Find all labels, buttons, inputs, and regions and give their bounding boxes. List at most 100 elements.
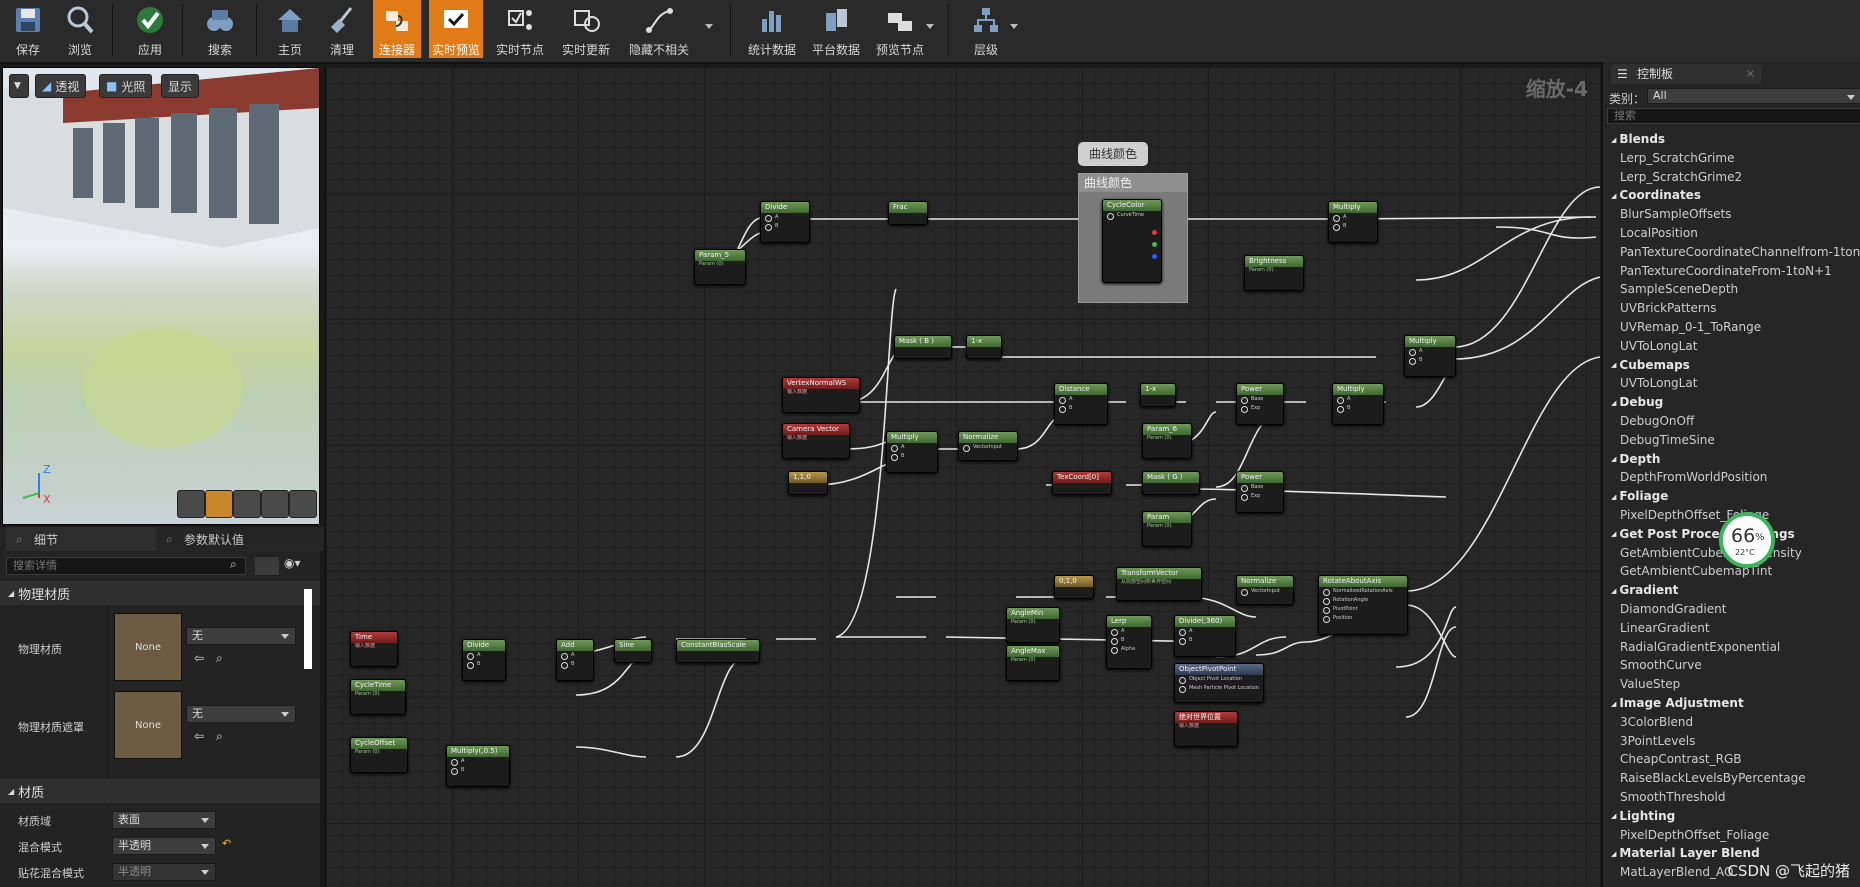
- cylinder-preview-icon[interactable]: [177, 490, 205, 518]
- node-rotate-about-axis[interactable]: RotateAboutAxis NormalizedRotationAxis R…: [1318, 575, 1408, 635]
- pin-alpha[interactable]: Alpha: [1107, 645, 1151, 654]
- node-absolute-world-position[interactable]: 绝对世界位置 输入数据: [1174, 711, 1238, 747]
- pin-a[interactable]: A: [463, 651, 505, 660]
- comment-bubble[interactable]: 曲线颜色: [1078, 142, 1148, 166]
- node-lerp[interactable]: Lerp A B Alpha: [1106, 615, 1152, 669]
- node-cyclecolor[interactable]: CycleColor CurveTime: [1102, 199, 1162, 283]
- sphere-preview-icon[interactable]: [205, 490, 233, 518]
- node-distance[interactable]: Distance A B: [1054, 383, 1108, 425]
- node-one-minus[interactable]: 1-x: [966, 335, 1002, 359]
- lit-button[interactable]: ■ 光照: [99, 74, 153, 98]
- node-param[interactable]: Param Param (0): [1142, 511, 1192, 547]
- node-const-010[interactable]: 0,1,0: [1054, 575, 1094, 599]
- output-green-pin[interactable]: [1152, 242, 1157, 247]
- palette-item[interactable]: PixelDepthOffset_Foliage: [1620, 828, 1769, 842]
- node-vertexnormalws[interactable]: VertexNormalWS 输入数据: [782, 377, 860, 413]
- blend-mode-combo[interactable]: 半透明: [112, 837, 216, 855]
- pin-a[interactable]: A: [1333, 395, 1383, 404]
- node-normalize-2[interactable]: Normalize VectorInput: [1236, 575, 1294, 605]
- node-one-minus-2[interactable]: 1-x: [1140, 383, 1176, 407]
- node-divide[interactable]: Divide A B: [760, 201, 810, 243]
- physmat-mask-combo[interactable]: 无: [186, 705, 296, 723]
- use-selected-arrow-icon[interactable]: ⇦: [194, 729, 204, 743]
- pin-b[interactable]: B: [1107, 636, 1151, 645]
- palette-item[interactable]: BlurSampleOffsets: [1620, 207, 1731, 221]
- palette-category[interactable]: Gradient: [1611, 583, 1678, 597]
- node-multiply-top[interactable]: Multiply A B: [1328, 201, 1378, 243]
- palette-item[interactable]: PanTextureCoordinateFrom-1toN+1: [1620, 264, 1832, 278]
- node-multiply-r2[interactable]: Multiply A B: [1332, 383, 1384, 425]
- hide-unrelated-dropdown-icon[interactable]: [705, 24, 713, 29]
- node-mask-b[interactable]: Mask ( B ): [894, 335, 952, 359]
- node-anglemin[interactable]: AngleMin Param (0): [1006, 607, 1060, 643]
- node-param5[interactable]: Param_5 Param (0): [694, 249, 746, 285]
- close-icon[interactable]: ×: [1746, 64, 1755, 84]
- palette-category[interactable]: Lighting: [1611, 809, 1675, 823]
- scrollbar-thumb[interactable]: [304, 589, 312, 669]
- stats-button[interactable]: 统计数据: [742, 0, 802, 58]
- palette-item[interactable]: PanTextureCoordinateChannelfrom-1ton+1: [1620, 245, 1860, 259]
- node-mask-g[interactable]: Mask ( G ): [1142, 471, 1200, 495]
- palette-tab[interactable]: ☰ 控制板 ×: [1611, 64, 1761, 84]
- section-material[interactable]: ◢ 材质: [0, 779, 320, 803]
- connectors-button[interactable]: 连接器: [373, 0, 421, 58]
- pin-curvetime[interactable]: CurveTime: [1103, 211, 1161, 220]
- plane-preview-icon[interactable]: [233, 490, 261, 518]
- palette-item[interactable]: GetAmbientCubemapIntensity: [1620, 546, 1802, 560]
- physmat-combo[interactable]: 无: [186, 627, 296, 645]
- palette-item[interactable]: RaiseBlackLevelsByPercentage: [1620, 771, 1806, 785]
- live-nodes-button[interactable]: 实时节点: [492, 0, 548, 58]
- palette-category[interactable]: Material Layer Blend: [1611, 846, 1759, 860]
- palette-item[interactable]: UVRemap_0-1_ToRange: [1620, 320, 1761, 334]
- palette-item[interactable]: LinearGradient: [1620, 621, 1710, 635]
- preview-node-button[interactable]: 预览节点: [872, 0, 928, 58]
- palette-category[interactable]: Debug: [1611, 395, 1663, 409]
- pin-b[interactable]: B: [1055, 404, 1107, 413]
- save-button[interactable]: 保存: [6, 0, 50, 58]
- node-frac[interactable]: Frac: [888, 201, 928, 225]
- tab-param-defaults[interactable]: ⌕ 参数默认值 ×: [156, 527, 344, 551]
- pin-exp[interactable]: Exp: [1237, 404, 1283, 413]
- palette-category[interactable]: Depth: [1611, 452, 1660, 466]
- pin-rotation-axis[interactable]: NormalizedRotationAxis: [1319, 587, 1407, 596]
- live-preview-button[interactable]: 实时预览: [429, 0, 483, 58]
- visibility-eye-icon[interactable]: ◉▾: [284, 556, 314, 574]
- pin-pivot-point[interactable]: PivotPoint: [1319, 605, 1407, 614]
- browse-search-icon[interactable]: ⌕: [216, 729, 223, 744]
- node-const-110[interactable]: 1,1,0: [788, 471, 828, 495]
- category-combo[interactable]: All: [1647, 88, 1860, 104]
- node-constant-bias-scale[interactable]: ConstantBiasScale: [676, 639, 760, 663]
- palette-category[interactable]: Cubemaps: [1611, 358, 1689, 372]
- reset-arrow-icon[interactable]: ↶: [222, 837, 231, 850]
- node-power-2[interactable]: Power Base Exp: [1236, 471, 1284, 513]
- node-param6[interactable]: Param_6 Param (0): [1142, 423, 1192, 459]
- physmat-thumbnail[interactable]: None: [114, 613, 182, 681]
- node-divide-360[interactable]: Divide(,360) A B: [1174, 615, 1236, 657]
- preview-viewport[interactable]: Z X ▼ ◢ 透视 ■ 光照 显示: [2, 67, 320, 525]
- pin-base[interactable]: Base: [1237, 483, 1283, 492]
- node-cycleoffset[interactable]: CycleOffset Param (0): [350, 737, 408, 773]
- palette-category[interactable]: Coordinates: [1611, 188, 1701, 202]
- clean-button[interactable]: 清理: [320, 0, 364, 58]
- pin-position[interactable]: Position: [1319, 614, 1407, 623]
- node-camera-vector[interactable]: Camera Vector 输入数据: [782, 423, 850, 459]
- palette-item[interactable]: DebugTimeSine: [1620, 433, 1715, 447]
- pin-b[interactable]: B: [1405, 356, 1455, 365]
- pin-a[interactable]: A: [1175, 627, 1235, 636]
- hierarchy-button[interactable]: 层级: [964, 0, 1008, 58]
- palette-item[interactable]: UVToLongLat: [1620, 376, 1697, 390]
- hide-unrelated-button[interactable]: 隐藏不相关: [624, 0, 694, 58]
- node-multiply-r1[interactable]: Multiply A B: [1404, 335, 1456, 377]
- browse-button[interactable]: 浏览: [58, 0, 102, 58]
- hierarchy-dropdown-icon[interactable]: [1010, 24, 1018, 29]
- preview-node-dropdown-icon[interactable]: [926, 24, 934, 29]
- palette-category[interactable]: Foliage: [1611, 489, 1668, 503]
- pin-b[interactable]: B: [447, 766, 509, 775]
- palette-item[interactable]: SampleSceneDepth: [1620, 282, 1738, 296]
- pin-exp[interactable]: Exp: [1237, 492, 1283, 501]
- palette-item[interactable]: CheapContrast_RGB: [1620, 752, 1741, 766]
- pin-a[interactable]: A: [447, 757, 509, 766]
- pin-b[interactable]: B: [761, 222, 809, 231]
- pin-vectorinput[interactable]: VectorInput: [1237, 587, 1293, 596]
- output-blue-pin[interactable]: [1152, 254, 1157, 259]
